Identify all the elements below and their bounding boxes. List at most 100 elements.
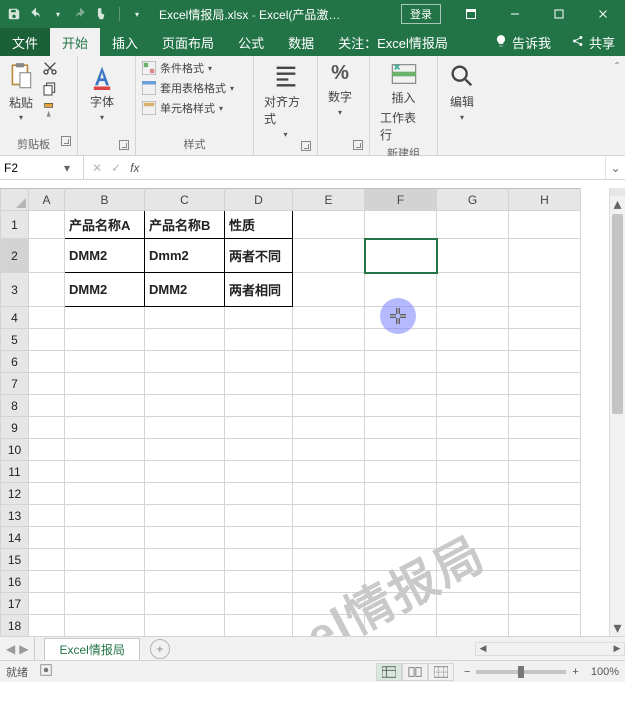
col-header[interactable]: F [365,189,437,211]
page-layout-view-icon[interactable] [402,663,428,681]
horizontal-scrollbar[interactable]: ◀ ▶ [475,642,625,656]
close-icon[interactable] [581,0,625,28]
zoom-slider[interactable] [476,670,566,674]
sheet-tab[interactable]: Excel情报局 [44,638,139,660]
format-painter-icon[interactable] [42,102,58,121]
ribbon-options-icon[interactable] [449,0,493,28]
minimize-icon[interactable] [493,0,537,28]
touch-mode-icon[interactable] [94,6,110,22]
fx-icon[interactable]: fx [130,161,139,175]
scroll-down-icon[interactable]: ▾ [610,620,625,636]
font-button[interactable]: 字体 ▾ [84,60,120,124]
dialog-launcher-icon[interactable] [119,140,129,150]
row-header[interactable]: 5 [1,329,29,351]
macro-record-icon[interactable] [40,664,52,679]
row-header[interactable]: 12 [1,483,29,505]
cell[interactable]: 两者相同 [225,273,293,307]
conditional-format-button[interactable]: 条件格式 ▾ [142,60,212,76]
scroll-up-icon[interactable]: ▴ [610,196,625,212]
chevron-down-icon[interactable]: ▾ [58,161,76,175]
row-header[interactable]: 4 [1,307,29,329]
name-box-input[interactable] [0,159,58,177]
col-header[interactable]: G [437,189,509,211]
cell[interactable]: 产品名称B [145,211,225,239]
row-header[interactable]: 3 [1,273,29,307]
editing-button[interactable]: 编辑 ▾ [444,60,480,124]
tab-attention[interactable]: 关注：Excel情报局 [326,28,460,56]
col-header[interactable]: H [509,189,581,211]
row-header[interactable]: 7 [1,373,29,395]
scroll-left-icon[interactable]: ◀ [476,643,490,654]
tab-home[interactable]: 开始 [50,28,100,56]
col-header[interactable]: A [29,189,65,211]
undo-icon[interactable] [28,6,44,22]
cut-icon[interactable] [42,60,58,79]
cell[interactable]: DMM2 [65,273,145,307]
zoom-in-icon[interactable]: + [572,666,578,678]
zoom-level[interactable]: 100% [591,666,619,678]
row-header[interactable]: 16 [1,571,29,593]
select-all-corner[interactable] [1,189,29,211]
next-sheet-icon[interactable]: ▶ [19,642,28,656]
row-header[interactable]: 2 [1,239,29,273]
row-header[interactable]: 18 [1,615,29,637]
dialog-launcher-icon[interactable] [301,141,311,151]
row-header[interactable]: 13 [1,505,29,527]
undo-dropdown-icon[interactable]: ▾ [50,6,66,22]
row-header[interactable]: 9 [1,417,29,439]
name-box[interactable]: ▾ [0,156,84,179]
col-header[interactable]: E [293,189,365,211]
alignment-button[interactable]: 对齐方式 ▾ [260,60,311,141]
cell[interactable]: 两者不同 [225,239,293,273]
row-header[interactable]: 15 [1,549,29,571]
page-break-view-icon[interactable] [428,663,454,681]
paste-button[interactable]: 粘贴 ▾ [6,60,36,124]
tab-formulas[interactable]: 公式 [226,28,276,56]
col-header[interactable]: B [65,189,145,211]
zoom-out-icon[interactable]: − [464,666,470,678]
cell[interactable]: Dmm2 [145,239,225,273]
prev-sheet-icon[interactable]: ◀ [6,642,15,656]
row-header[interactable]: 6 [1,351,29,373]
login-button[interactable]: 登录 [401,4,441,24]
tab-file[interactable]: 文件 [0,28,50,56]
sheet-nav[interactable]: ◀▶ [0,642,34,656]
tell-me[interactable]: 告诉我 [484,28,561,56]
sheet[interactable]: A B C D E F G H 1 产品名称A 产品名称B 性质 2 DMM2 [0,188,581,636]
number-button[interactable]: % 数字 ▾ [324,60,356,119]
copy-icon[interactable] [42,81,58,100]
active-cell[interactable] [365,239,437,273]
new-sheet-button[interactable]: + [150,639,170,659]
row-header[interactable]: 11 [1,461,29,483]
col-header[interactable]: D [225,189,293,211]
cell[interactable]: 产品名称A [65,211,145,239]
collapse-ribbon-icon[interactable]: ˆ [615,60,619,74]
row-header[interactable]: 14 [1,527,29,549]
formula-bar-input[interactable] [147,156,605,179]
dialog-launcher-icon[interactable] [353,140,363,150]
dialog-launcher-icon[interactable] [61,136,71,146]
vertical-scrollbar[interactable]: ▴ ▾ [609,188,625,636]
tab-insert[interactable]: 插入 [100,28,150,56]
redo-icon[interactable] [72,6,88,22]
insert-row-button[interactable]: 插入 工作表行 [376,60,431,145]
tab-data[interactable]: 数据 [276,28,326,56]
share-button[interactable]: 共享 [561,28,625,56]
row-header[interactable]: 1 [1,211,29,239]
scrollbar-thumb[interactable] [612,214,623,414]
expand-formula-bar-icon[interactable]: ⌄ [605,156,625,179]
save-icon[interactable] [6,6,22,22]
col-header[interactable]: C [145,189,225,211]
maximize-icon[interactable] [537,0,581,28]
table-format-button[interactable]: 套用表格格式 ▾ [142,80,234,96]
row-header[interactable]: 10 [1,439,29,461]
qat-customize-icon[interactable]: ▾ [129,6,145,22]
cell[interactable]: DMM2 [65,239,145,273]
cell[interactable]: 性质 [225,211,293,239]
scroll-right-icon[interactable]: ▶ [610,643,624,654]
normal-view-icon[interactable] [376,663,402,681]
cell-styles-button[interactable]: 单元格样式 ▾ [142,100,223,116]
row-header[interactable]: 17 [1,593,29,615]
cell[interactable]: DMM2 [145,273,225,307]
row-header[interactable]: 8 [1,395,29,417]
